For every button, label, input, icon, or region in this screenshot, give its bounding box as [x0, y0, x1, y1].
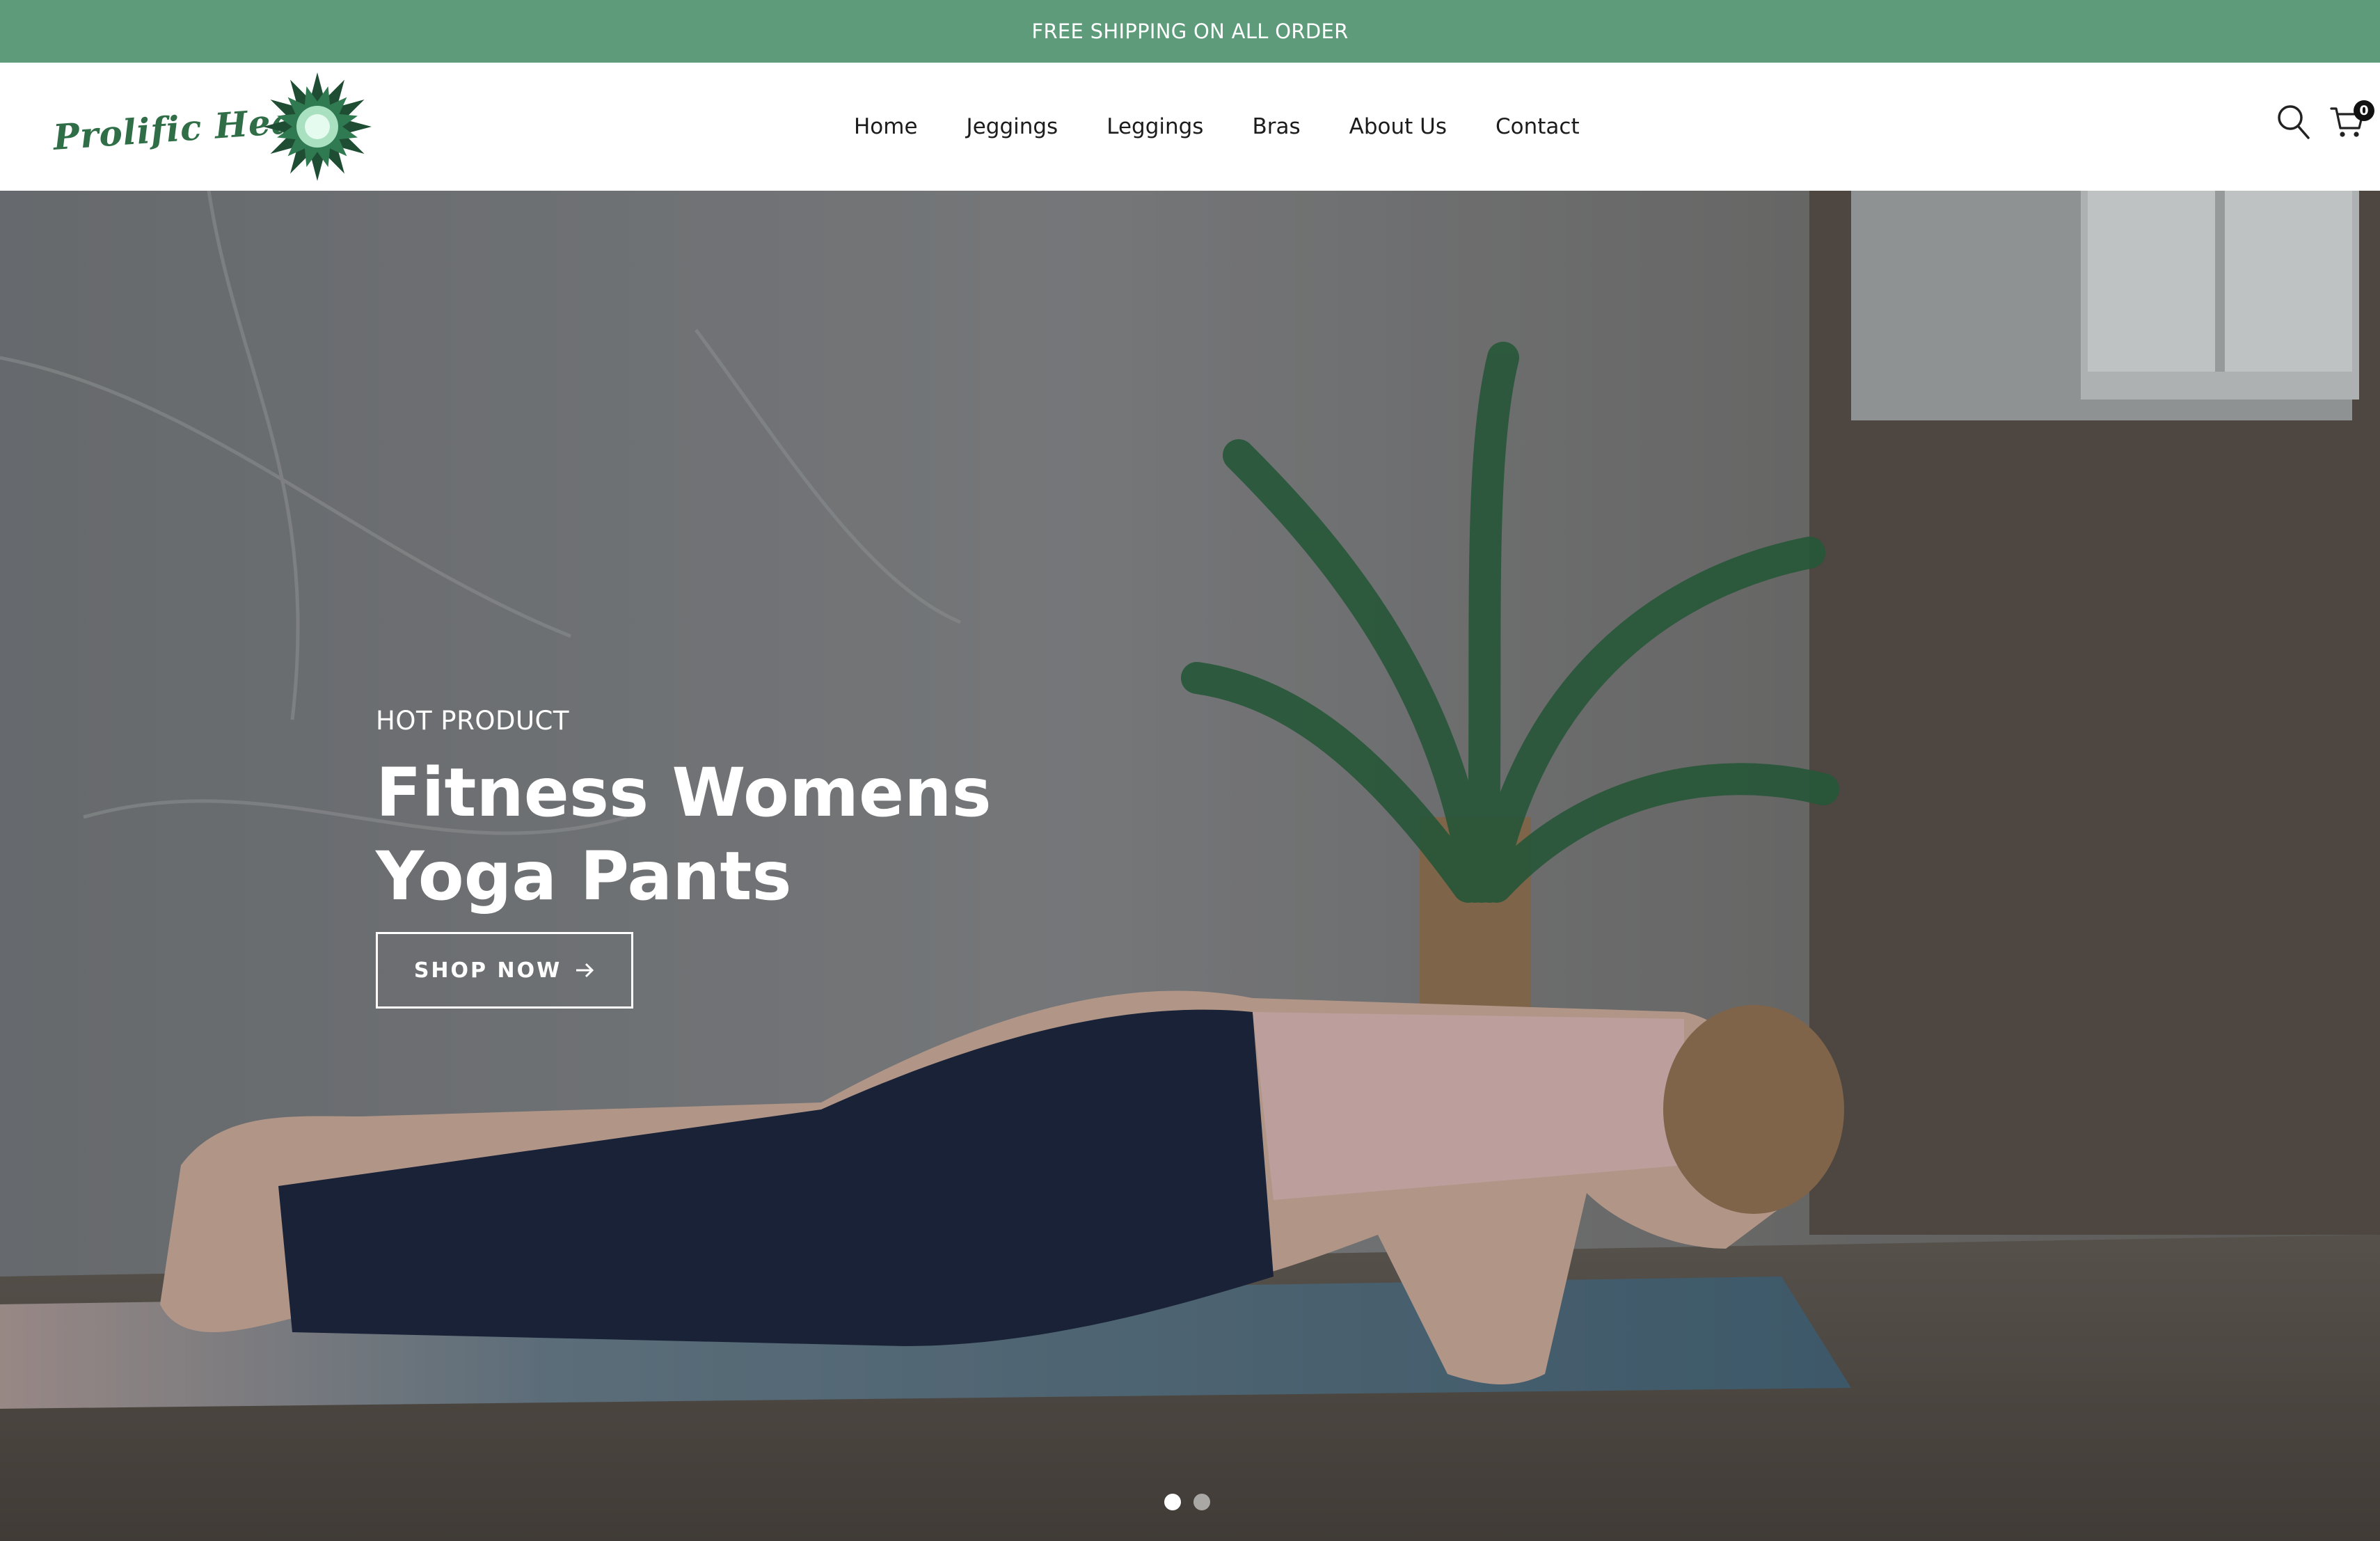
main-nav: Home Jeggings Leggings Bras About Us Con… — [830, 63, 1604, 191]
header-actions: 0 — [2241, 63, 2380, 191]
slider-dots — [1164, 1494, 1210, 1510]
hero-slider: HOT PRODUCT Fitness Womens Yoga Pants SH… — [0, 191, 2380, 1541]
search-icon[interactable] — [2276, 103, 2310, 141]
hero-title-line-2: Yoga Pants — [376, 837, 792, 915]
shop-now-label: SHOP NOW — [413, 958, 562, 983]
nav-item-contact[interactable]: Contact — [1471, 114, 1604, 139]
nav-item-home[interactable]: Home — [830, 114, 942, 139]
nav-item-bras[interactable]: Bras — [1228, 114, 1324, 139]
lotus-logo-icon — [263, 72, 372, 181]
nav-item-jeggings[interactable]: Jeggings — [942, 114, 1083, 139]
hero-eyebrow: HOT PRODUCT — [376, 706, 569, 736]
announcement-bar: FREE SHIPPING ON ALL ORDER — [0, 0, 2380, 63]
announcement-text: FREE SHIPPING ON ALL ORDER — [1031, 19, 1349, 43]
shop-now-button[interactable]: SHOP NOW — [376, 932, 633, 1009]
hero-title: Fitness Womens Yoga Pants — [376, 751, 1002, 918]
nav-item-leggings[interactable]: Leggings — [1082, 114, 1228, 139]
cart-count-badge: 0 — [2354, 100, 2374, 121]
hero-content: HOT PRODUCT Fitness Womens Yoga Pants SH… — [376, 706, 1002, 1009]
hero-title-line-1: Fitness Womens — [376, 754, 992, 832]
site-logo[interactable]: Prolific Health — [51, 70, 373, 184]
slide-dot-1[interactable] — [1164, 1494, 1181, 1510]
site-header: Prolific Health Home Jeggings Leggings B… — [0, 63, 2380, 191]
nav-item-about-us[interactable]: About Us — [1325, 114, 1471, 139]
arrow-right-icon — [576, 963, 594, 978]
cart-button[interactable]: 0 — [2330, 100, 2374, 141]
slide-dot-2[interactable] — [1193, 1494, 1210, 1510]
hero-image — [0, 191, 2380, 1541]
